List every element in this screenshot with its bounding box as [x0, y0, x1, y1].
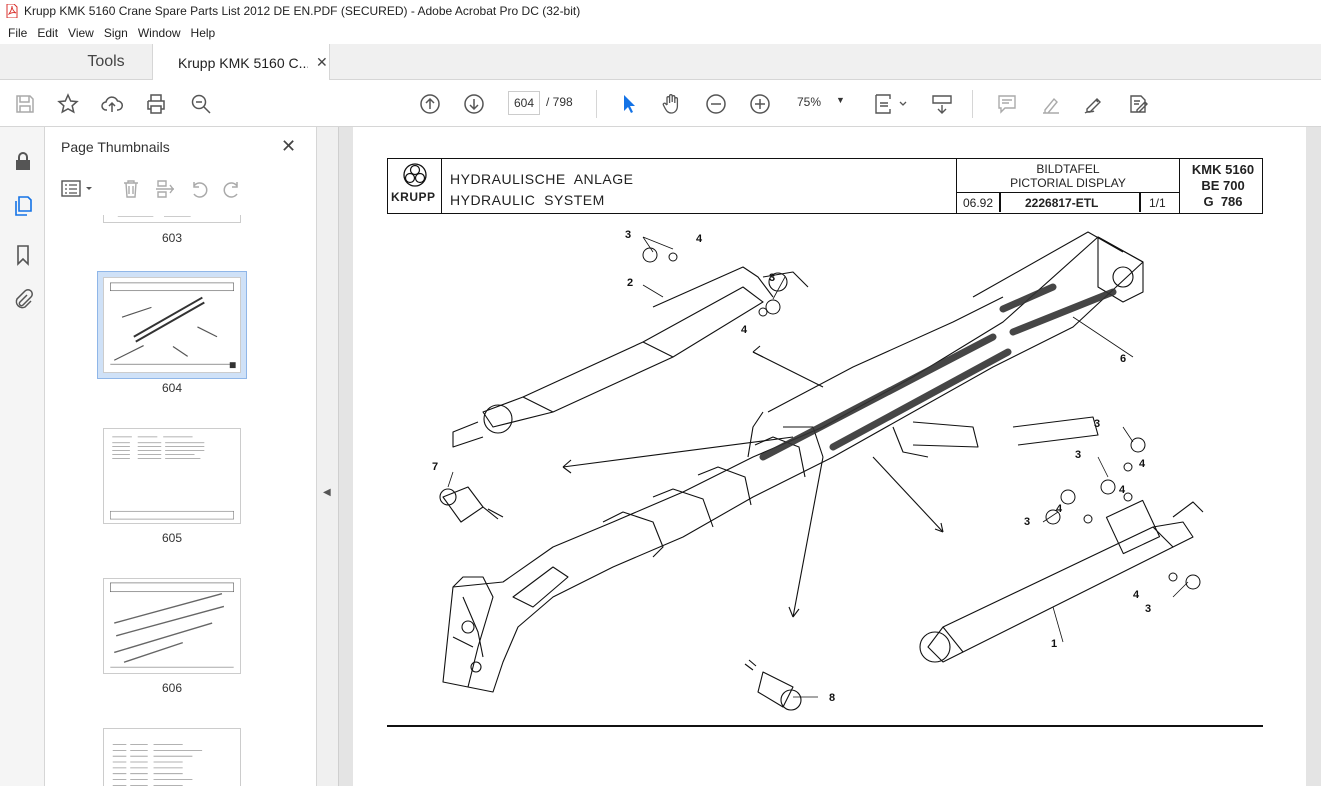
callout-8: 8: [829, 692, 836, 704]
print-icon[interactable]: [143, 91, 169, 117]
tab-tools[interactable]: Tools: [60, 44, 152, 80]
callout-4: 4: [1133, 589, 1140, 601]
menu-window[interactable]: Window: [138, 26, 181, 40]
lock-icon[interactable]: [11, 149, 35, 173]
thumbnail-label: 606: [161, 681, 183, 695]
menu-file[interactable]: File: [8, 26, 27, 40]
toolbar-divider: [972, 90, 973, 118]
page-fit-icon[interactable]: [873, 91, 909, 117]
callout-4: 4: [1139, 458, 1146, 470]
thumbnail-options-icon[interactable]: [61, 179, 97, 204]
thumbnail-page-604[interactable]: [103, 277, 241, 373]
callout-3: 3: [1075, 449, 1082, 461]
highlight-pen-icon[interactable]: [1038, 91, 1064, 117]
callout-6: 6: [1120, 353, 1127, 365]
extract-page-icon[interactable]: [155, 179, 175, 204]
title-bar: Krupp KMK 5160 Crane Spare Parts List 20…: [0, 0, 1321, 22]
callout-4: 4: [696, 233, 703, 245]
callout-3: 3: [1024, 516, 1031, 528]
bookmarks-icon[interactable]: [11, 243, 35, 267]
menu-view[interactable]: View: [68, 26, 94, 40]
next-page-icon[interactable]: [461, 91, 487, 117]
rotate-right-icon[interactable]: [222, 179, 242, 204]
menu-bar: File Edit View Sign Window Help: [0, 22, 1321, 44]
callout-3: 3: [1145, 603, 1152, 615]
hydraulic-system-drawing: [439, 231, 1204, 711]
select-cursor-icon[interactable]: [616, 91, 642, 117]
tab-document[interactable]: Krupp KMK 5160 C... ✕: [152, 44, 330, 81]
comment-icon[interactable]: [994, 91, 1020, 117]
previous-page-icon[interactable]: [417, 91, 443, 117]
window-title: Krupp KMK 5160 Crane Spare Parts List 20…: [24, 4, 581, 18]
menu-sign[interactable]: Sign: [104, 26, 128, 40]
document-viewport[interactable]: KRUPP HYDRAULISCHE ANLAGE HYDRAULIC SYST…: [339, 127, 1321, 786]
callout-4: 4: [1119, 484, 1126, 496]
save-icon[interactable]: [12, 91, 38, 117]
thumbnail-page-607[interactable]: [103, 728, 241, 786]
close-panel-icon[interactable]: ✕: [281, 136, 296, 157]
sign-pen-icon[interactable]: [1081, 91, 1107, 117]
thumbnail-list: 603 604 605 606: [45, 215, 295, 786]
toolbar-divider: [596, 90, 597, 118]
zoom-in-icon[interactable]: [747, 91, 773, 117]
zoom-level[interactable]: 75%: [797, 95, 821, 109]
upload-cloud-icon[interactable]: [99, 91, 125, 117]
page-total: / 798: [546, 95, 573, 109]
callout-3: 3: [1094, 418, 1101, 430]
tab-document-label: Krupp KMK 5160 C...: [178, 54, 308, 71]
scroll-mode-icon[interactable]: [929, 91, 955, 117]
page-number-input[interactable]: 604: [508, 91, 540, 115]
pdf-page: KRUPP HYDRAULISCHE ANLAGE HYDRAULIC SYST…: [353, 127, 1306, 786]
attachments-icon[interactable]: [11, 287, 35, 311]
panel-title: Page Thumbnails: [61, 139, 170, 155]
thumbnail-page-606[interactable]: [103, 578, 241, 674]
zoom-search-icon[interactable]: [188, 91, 214, 117]
bookmark-star-icon[interactable]: [55, 91, 81, 117]
collapse-panel-icon[interactable]: ◀: [323, 487, 331, 498]
tab-bar: Tools Krupp KMK 5160 C... ✕: [0, 44, 1321, 81]
callout-7: 7: [432, 461, 439, 473]
callout-1: 1: [1051, 638, 1058, 650]
zoom-dropdown-icon[interactable]: ▼: [836, 95, 845, 105]
thumbnails-panel: Page Thumbnails ✕ 603 604 605 606: [45, 127, 353, 786]
drawing-bottom-rule: [387, 725, 1263, 727]
delete-page-icon[interactable]: [121, 179, 141, 204]
rotate-left-icon[interactable]: [189, 179, 209, 204]
menu-edit[interactable]: Edit: [37, 26, 58, 40]
callout-2: 2: [627, 277, 634, 289]
thumbnail-label: 605: [161, 531, 183, 545]
hand-tool-icon[interactable]: [659, 91, 685, 117]
callout-4: 4: [741, 324, 748, 336]
thumbnail-label: 604: [161, 381, 183, 395]
left-rail: [0, 127, 45, 786]
fill-sign-icon[interactable]: [1125, 91, 1151, 117]
thumbnail-page-603[interactable]: [103, 215, 241, 223]
thumbnail-label: 603: [161, 231, 183, 245]
menu-help[interactable]: Help: [191, 26, 216, 40]
acrobat-app-icon: [6, 4, 18, 18]
page-thumbnails-icon[interactable]: [11, 194, 35, 218]
zoom-out-icon[interactable]: [703, 91, 729, 117]
callout-3: 3: [625, 229, 632, 241]
toolbar: 604 / 798 75% ▼: [0, 80, 1321, 127]
panel-toolbar: [45, 171, 317, 207]
thumbnail-page-605[interactable]: [103, 428, 241, 524]
callout-3: 3: [769, 272, 776, 284]
panel-divider[interactable]: ◀: [317, 127, 339, 786]
close-tab-icon[interactable]: ✕: [316, 54, 328, 71]
callout-4: 4: [1056, 503, 1063, 515]
